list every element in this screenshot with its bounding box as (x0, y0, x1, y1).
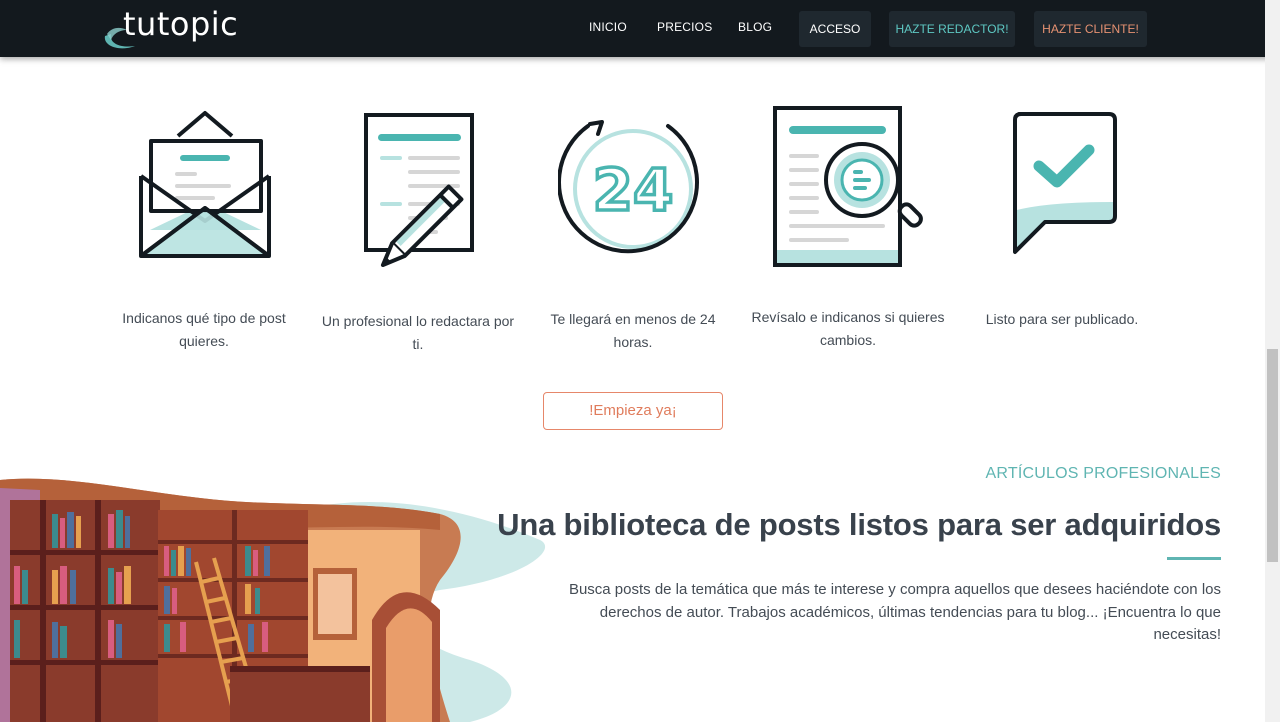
checkmark-bubble-icon (1013, 112, 1117, 254)
section-headline: Una biblioteca de posts listos para ser … (497, 507, 1221, 542)
section-paragraph: Busca posts de la temática que más te in… (568, 581, 1221, 643)
scrollbar-thumb[interactable] (1267, 349, 1278, 562)
library-illustration (0, 478, 546, 722)
nav-blog-link[interactable]: BLOG (738, 20, 772, 34)
clock-24-icon: 24 (558, 120, 699, 254)
nav-precios-link[interactable]: PRECIOS (657, 20, 712, 34)
document-pencil-icon (364, 113, 474, 268)
step-2-text: Un profesional lo redactara por ti. (321, 313, 515, 352)
step-1-text: Indicanos qué tipo de post quieres. (122, 310, 286, 349)
step-4-text: Revísalo e indicanos si quieres cambios. (751, 309, 945, 348)
top-navbar: tutopic INICIO PRECIOS BLOG ACCESO HAZTE… (0, 0, 1280, 57)
clock-24-label: 24 (593, 156, 674, 224)
envelope-icon (139, 111, 271, 258)
section-eyebrow: ARTÍCULOS PROFESIONALES (985, 465, 1221, 482)
step-5-text: Listo para ser publicado. (985, 311, 1139, 327)
nav-menu: INICIO PRECIOS BLOG ACCESO HAZTE REDACTO… (0, 0, 1280, 57)
empieza-ya-button[interactable]: !Empieza ya¡ (543, 392, 723, 430)
nav-inicio-link[interactable]: INICIO (589, 20, 627, 34)
document-search-icon (773, 106, 923, 267)
step-3-text: Te llegará en menos de 24 horas. (550, 311, 716, 350)
acceso-button[interactable]: ACCESO (799, 11, 871, 47)
headline-underline (1167, 557, 1221, 560)
hazte-cliente-button[interactable]: HAZTE CLIENTE! (1034, 11, 1147, 47)
hazte-redactor-button[interactable]: HAZTE REDACTOR! (889, 11, 1015, 47)
page-scrollbar[interactable] (1265, 0, 1280, 722)
